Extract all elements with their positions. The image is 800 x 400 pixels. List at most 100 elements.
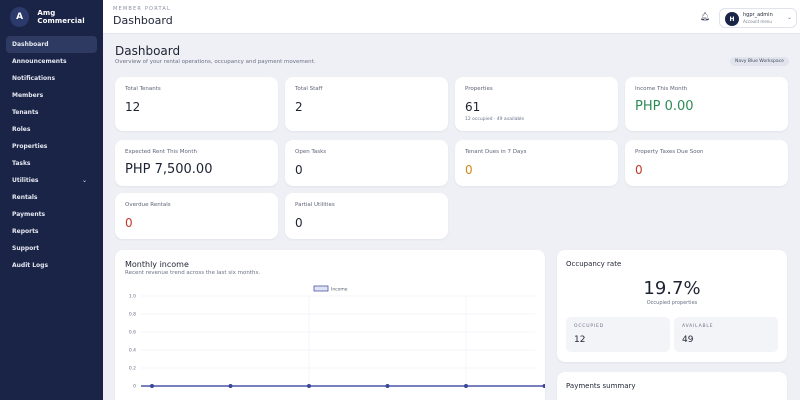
occupancy-card: Occupancy rate 19.7% Occupied properties… [557,250,787,362]
y-tick-label: 0.8 [129,312,136,318]
stat-value: PHP 7,500.00 [125,162,213,177]
stat-card-income-this-month[interactable]: Income This Month PHP 0.00 [625,77,788,131]
stat-card-expected-rent-this-month[interactable]: Expected Rent This Month PHP 7,500.00 [115,140,278,186]
sidebar-item-label: Dashboard [12,41,49,48]
brand[interactable]: A Amg Commercial [0,0,103,34]
y-tick-label: 0.6 [129,330,136,336]
sidebar-item-tasks[interactable]: Tasks [6,155,97,172]
stat-card-open-tasks[interactable]: Open Tasks 0 [285,140,448,186]
y-tick-label: 0.4 [129,348,136,354]
stat-value: PHP 0.00 [635,99,694,114]
bell-icon[interactable]: 🔔︎ [700,12,710,21]
portal-label: MEMBER PORTAL [113,6,171,12]
data-point[interactable] [385,384,390,388]
stat-label: Tenant Dues in 7 Days [465,149,527,155]
sidebar-item-properties[interactable]: Properties [6,138,97,155]
stat-label: Overdue Rentals [125,202,171,208]
sidebar-item-notifications[interactable]: Notifications [6,70,97,87]
brand-avatar: A [10,7,30,27]
sidebar-item-label: Audit Logs [12,262,49,269]
sidebar-item-label: Rentals [12,194,38,201]
stat-value: 0 [295,163,303,177]
sidebar-item-members[interactable]: Members [6,87,97,104]
stat-card-tenant-dues-in-7-days[interactable]: Tenant Dues in 7 Days 0 [455,140,618,186]
stat-value: 61 [465,100,481,114]
stat-card-properties[interactable]: Properties 61 12 occupied · 49 available [455,77,618,131]
stat-card-total-staff[interactable]: Total Staff 2 [285,77,448,131]
sidebar-item-label: Announcements [12,58,67,65]
page-subtitle: Overview of your rental operations, occu… [115,59,316,65]
y-tick-label: 0 [133,384,136,390]
sidebar-item-label: Reports [12,228,39,235]
available-value: 49 [682,335,694,345]
y-tick-label: 1.0 [129,294,136,300]
available-label: AVAILABLE [682,324,714,329]
topbar-title: Dashboard [113,14,173,27]
stat-note: 12 occupied · 49 available [465,117,525,122]
topbar: MEMBER PORTAL Dashboard 🔔︎ H hgpr_admin … [103,0,800,34]
occupancy-subtitle: Occupied properties [646,300,698,306]
stat-value: 0 [295,216,303,230]
sidebar-item-audit-logs[interactable]: Audit Logs [6,257,97,274]
income-subtitle: Recent revenue trend across the last six… [125,270,261,276]
stat-value: 0 [465,163,473,177]
stat-card-overdue-rentals[interactable]: Overdue Rentals 0 [115,193,278,239]
sidebar-item-tenants[interactable]: Tenants [6,104,97,121]
sidebar-item-announcements[interactable]: Announcements [6,53,97,70]
sidebar-item-payments[interactable]: Payments [6,206,97,223]
y-tick-label: 0.2 [129,366,136,372]
sidebar-item-label: Roles [12,126,31,133]
stat-value: 0 [125,216,133,230]
payments-summary-title: Payments summary [566,382,636,390]
stat-label: Open Tasks [295,149,327,155]
sidebar-item-reports[interactable]: Reports [6,223,97,240]
stat-label: Properties [465,86,493,92]
sidebar-item-label: Properties [12,143,48,150]
sidebar-item-dashboard[interactable]: Dashboard [6,36,97,53]
stat-card-partial-utilities[interactable]: Partial Utilities 0 [285,193,448,239]
data-point[interactable] [464,384,468,388]
occupied-label: OCCUPIED [574,324,604,329]
sidebar: A Amg Commercial Dashboard Announcements N… [0,0,103,400]
sidebar-item-label: Payments [12,211,46,218]
sidebar-item-utilities[interactable]: Utilities ⌄ [6,172,97,189]
sidebar-item-label: Tenants [12,109,39,116]
sidebar-item-roles[interactable]: Roles [6,121,97,138]
sidebar-item-support[interactable]: Support [6,240,97,257]
stat-value: 2 [295,100,303,114]
stat-value: 0 [635,163,643,177]
brand-name: Amg Commercial [37,9,85,25]
income-chart: Income 1.0 0.8 0.6 0.4 0.2 0 [129,285,546,390]
stat-label: Total Staff [295,86,323,92]
user-role: Account menu [743,19,772,24]
stat-label: Income This Month [635,86,688,92]
data-point[interactable] [307,384,311,388]
account-menu-button[interactable]: H hgpr_admin Account menu ⌄ [719,8,797,28]
occupancy-title: Occupancy rate [566,260,622,268]
sidebar-nav: Dashboard Announcements Notifications Membe… [0,34,103,274]
stat-value: 12 [125,100,141,114]
stat-label: Partial Utilities [295,202,335,208]
sidebar-item-label: Utilities [12,177,39,184]
stat-label: Total Tenants [125,86,161,92]
monthly-income-card: Monthly income Recent revenue trend acro… [115,250,545,400]
income-title: Monthly income [125,260,189,269]
data-point[interactable] [542,384,546,388]
legend-swatch [313,285,329,292]
legend-label: Income [331,287,348,293]
stat-card-total-tenants[interactable]: Total Tenants 12 [115,77,278,131]
stat-card-property-taxes-due-soon[interactable]: Property Taxes Due Soon 0 [625,140,788,186]
sidebar-item-rentals[interactable]: Rentals [6,189,97,206]
chevron-down-icon: ⌄ [81,177,87,184]
sidebar-item-label: Tasks [12,160,31,167]
chevron-down-icon: ⌄ [787,14,793,21]
page-title: Dashboard [115,44,181,58]
workspace-badge[interactable]: Navy Blue Workspace [730,57,789,66]
payments-summary-card: Payments summary [557,372,787,400]
sidebar-item-label: Members [12,92,44,99]
stat-label: Expected Rent This Month [125,149,197,155]
data-point[interactable] [150,384,154,388]
data-point[interactable] [228,384,233,388]
stat-label: Property Taxes Due Soon [635,149,704,155]
available-stat: AVAILABLE 49 [674,317,778,352]
